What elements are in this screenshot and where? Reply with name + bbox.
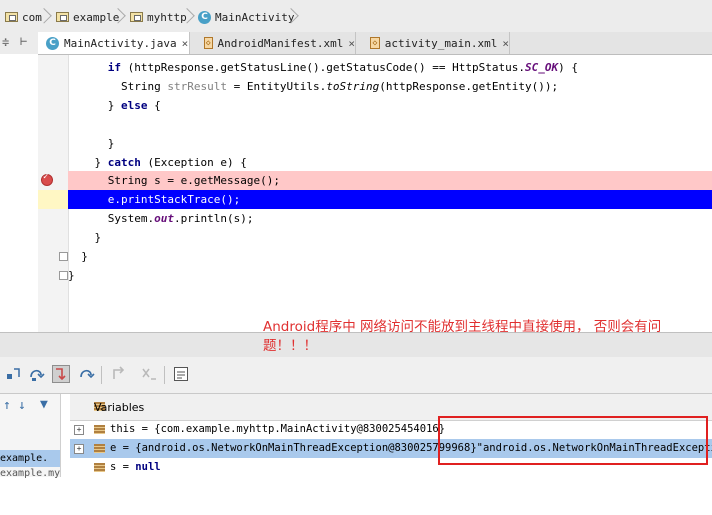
folder-icon	[130, 12, 143, 22]
keyword: catch	[107, 156, 141, 169]
frame-item[interactable]: example.myhttp	[0, 468, 60, 480]
code-text: {	[147, 99, 161, 112]
frames-panel: ↑ ↓ ▼ example. example.myhttp	[0, 394, 61, 480]
breadcrumb-separator	[291, 6, 299, 26]
tab-mainactivity-java[interactable]: C MainActivity.java ×	[38, 32, 190, 54]
tab-label: MainActivity.java	[64, 36, 177, 50]
hide-panel-icon[interactable]: ⊢	[20, 34, 27, 48]
tab-label: activity_main.xml	[384, 36, 498, 50]
close-icon[interactable]: ×	[502, 37, 509, 50]
step-down-icon[interactable]: ↓	[18, 398, 26, 413]
code-text: .println(s);	[173, 212, 254, 225]
project-panel-header: ≑ ⊢	[0, 32, 38, 55]
code-text: (httpResponse.getEntity());	[379, 80, 559, 93]
expand-icon[interactable]: +	[74, 425, 84, 435]
tab-label: AndroidManifest.xml	[217, 36, 344, 50]
code-line[interactable]: }	[68, 134, 712, 153]
frame-item[interactable]: example.	[0, 450, 60, 467]
code-line[interactable]: if (httpResponse.getStatusLine().getStat…	[68, 58, 712, 77]
code-text: System.	[107, 212, 155, 225]
code-line[interactable]: }	[68, 266, 712, 285]
code-text: }	[94, 156, 108, 169]
toolbar-divider	[164, 366, 165, 384]
code-text: }	[68, 269, 75, 282]
filter-icon[interactable]: ▼	[40, 397, 48, 412]
keyword: if	[107, 61, 121, 74]
code-text: }	[81, 250, 88, 263]
code-text: = EntityUtils.	[226, 80, 327, 93]
execution-line[interactable]: e.printStackTrace();	[68, 190, 712, 209]
step-over-icon[interactable]	[28, 365, 46, 383]
breakpoint-line[interactable]: String s = e.getMessage();	[68, 171, 712, 190]
breadcrumb-item-example[interactable]: example	[56, 8, 119, 26]
fold-marker-icon[interactable]	[59, 271, 68, 280]
breadcrumb-item-myhttp[interactable]: myhttp	[130, 8, 187, 26]
code-text: e.printStackTrace();	[107, 193, 241, 206]
code-line[interactable]: String strResult = EntityUtils.toString(…	[68, 77, 712, 96]
force-step-into-icon[interactable]	[78, 365, 96, 383]
close-icon[interactable]: ×	[348, 37, 355, 50]
code-line[interactable]: }	[68, 247, 712, 266]
drop-frame-icon[interactable]	[140, 365, 158, 383]
debug-toolbar	[0, 357, 712, 394]
unused-variable: strResult	[167, 80, 227, 93]
field-icon	[94, 444, 105, 453]
fold-marker-icon[interactable]	[59, 252, 68, 261]
code-line[interactable]: }	[68, 228, 712, 247]
editor-tab-bar: C MainActivity.java × ◇ AndroidManifest.…	[38, 32, 712, 55]
constant: SC_OK	[524, 61, 559, 74]
step-out-icon[interactable]	[110, 365, 128, 383]
code-text: }	[107, 99, 121, 112]
static-field: out	[154, 212, 174, 225]
folder-icon	[5, 12, 18, 22]
code-text: }	[107, 137, 115, 150]
code-text: ) {	[558, 61, 578, 74]
folder-icon	[56, 12, 69, 22]
evaluate-icon[interactable]	[172, 365, 190, 383]
toolbar-divider	[101, 366, 102, 384]
class-icon: C	[198, 10, 211, 24]
close-icon[interactable]: ×	[182, 37, 189, 50]
xml-file-icon: ◇	[370, 37, 380, 49]
code-line[interactable]: } catch (Exception e) {	[68, 153, 712, 172]
code-line[interactable]: } else {	[68, 96, 712, 115]
project-panel	[0, 54, 39, 332]
collapse-icon[interactable]: ≑	[2, 35, 9, 49]
breadcrumb-item-mainactivity[interactable]: C MainActivity	[198, 8, 294, 26]
static-method: toString	[326, 80, 380, 93]
code-text: String	[120, 80, 168, 93]
breadcrumb-separator	[118, 6, 126, 26]
class-icon: C	[46, 36, 59, 50]
null-keyword: null	[135, 461, 161, 473]
variable-name: s =	[110, 461, 136, 473]
breadcrumb: com example myhttp C MainActivity	[0, 0, 712, 33]
show-execution-point-icon[interactable]	[5, 365, 23, 383]
breadcrumb-separator	[187, 6, 195, 26]
tab-activity-main-xml[interactable]: ◇ activity_main.xml ×	[362, 32, 510, 54]
xml-file-icon: ◇	[204, 37, 213, 49]
breakpoint-icon[interactable]	[41, 172, 53, 186]
code-text: (httpResponse.getStatusLine().getStatusC…	[121, 61, 525, 74]
breadcrumb-separator	[44, 6, 52, 26]
execution-point-marker	[38, 190, 68, 209]
annotation-text: Android程序中 网络访问不能放到主线程中直接使用， 否则会有问题！！！	[263, 319, 662, 354]
breadcrumb-item-com[interactable]: com	[5, 8, 42, 26]
field-icon	[94, 463, 105, 472]
step-up-icon[interactable]: ↑	[3, 398, 11, 413]
expand-icon[interactable]: +	[74, 444, 84, 454]
breadcrumb-label: MainActivity	[215, 10, 295, 24]
keyword: else	[121, 99, 148, 112]
code-text: }	[94, 231, 102, 244]
step-into-icon[interactable]	[52, 365, 70, 383]
code-text: (Exception e) {	[140, 156, 247, 169]
variables-title: Variables	[94, 401, 145, 414]
variable-value: s = null	[110, 458, 161, 477]
tab-androidmanifest-xml[interactable]: ◇ AndroidManifest.xml ×	[196, 32, 356, 54]
field-icon	[94, 425, 105, 434]
code-text: String s = e.getMessage();	[107, 174, 280, 187]
variable-value: this = {com.example.myhttp.MainActivity@…	[110, 423, 446, 435]
highlight-box	[438, 416, 708, 465]
code-line[interactable]: System.out.println(s);	[68, 209, 712, 228]
